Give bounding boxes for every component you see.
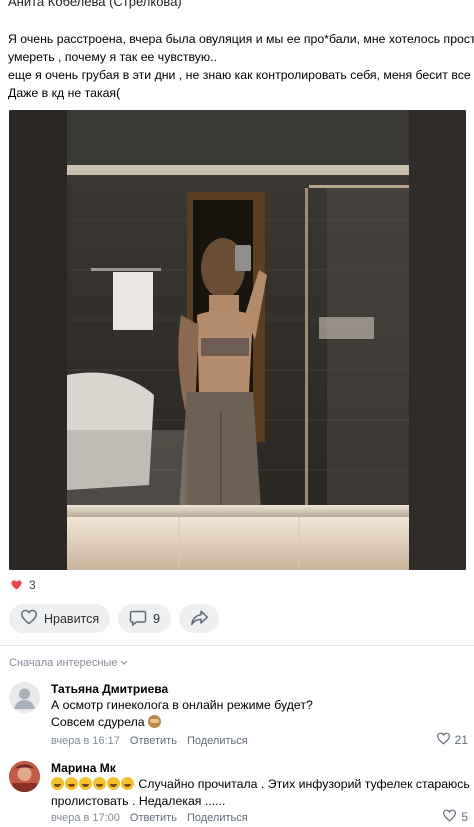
laughing-emoji-icon	[121, 777, 134, 790]
avatar[interactable]	[9, 761, 40, 792]
bathroom-mirror-selfie-image	[9, 110, 466, 570]
comment-like-button[interactable]: 21	[436, 732, 468, 748]
reactions-count: 3	[29, 578, 36, 592]
comment-text-line: Случайно прочитала . Этих инфузорий туфе…	[51, 776, 470, 793]
default-avatar-icon	[14, 688, 35, 709]
comment-like-count: 5	[461, 810, 468, 824]
comment-text-line: А осмотр гинеколога в онлайн режиме буде…	[51, 698, 313, 712]
like-label: Нравится	[44, 611, 100, 626]
avatar[interactable]	[9, 682, 40, 713]
share-button[interactable]	[179, 604, 220, 633]
comment-meta: вчера в 17:00 Ответить Поделиться	[51, 812, 248, 824]
laughing-emoji-icon	[51, 777, 64, 790]
laughing-emoji-icon	[79, 777, 92, 790]
post-text-line: Я очень расстроена, вчера была овуляция …	[8, 32, 474, 46]
laughing-emoji-icon	[65, 777, 78, 790]
reply-button[interactable]: Ответить	[130, 735, 177, 747]
post-text-line: еще я очень грубая в эти дни , не знаю к…	[8, 68, 474, 82]
comments-sort-dropdown[interactable]: Сначала интересные	[9, 657, 128, 669]
comment-time[interactable]: вчера в 16:17	[51, 735, 120, 747]
comment-text: Случайно прочитала . Этих инфузорий туфе…	[138, 777, 470, 791]
comment-time[interactable]: вчера в 17:00	[51, 812, 120, 824]
see-no-evil-monkey-emoji-icon	[148, 715, 162, 728]
heart-icon	[9, 578, 23, 592]
reactions-summary[interactable]: 3	[9, 578, 36, 592]
comment-like-count: 21	[454, 733, 468, 747]
post-text-line: умереть , почему я так ее чувствую..	[8, 50, 217, 64]
comments-button[interactable]: 9	[118, 604, 172, 633]
comment-icon	[129, 609, 147, 629]
comment-author[interactable]: Марина Мк	[51, 761, 116, 775]
chevron-down-icon	[120, 657, 128, 669]
post-text-line: Даже в кд не такая(	[8, 86, 121, 100]
reply-button[interactable]: Ответить	[130, 812, 177, 824]
post-author[interactable]: Анита Кобелева (Стрелкова)	[8, 0, 182, 9]
divider	[0, 645, 474, 646]
comment-text: Совсем сдурела	[51, 715, 145, 729]
post-text: Я очень расстроена, вчера была овуляция …	[8, 30, 474, 102]
heart-outline-icon	[20, 609, 38, 628]
comment-meta: вчера в 16:17 Ответить Поделиться	[51, 735, 248, 747]
share-comment-button[interactable]: Поделиться	[187, 735, 248, 747]
sort-label: Сначала интересные	[9, 657, 118, 669]
post-photo[interactable]	[9, 110, 466, 570]
comment-text-line2: пролистовать . Недалекая ......	[51, 794, 226, 808]
post-actions: Нравится 9	[9, 604, 220, 633]
comment-like-button[interactable]: 5	[442, 809, 468, 825]
comment-author[interactable]: Татьяна Дмитриева	[51, 682, 168, 696]
share-icon	[190, 609, 209, 629]
heart-outline-icon	[442, 809, 457, 825]
user-photo-avatar	[9, 761, 40, 792]
like-button[interactable]: Нравится	[9, 604, 111, 633]
comment-text-line2: Совсем сдурела	[51, 714, 162, 731]
heart-outline-icon	[436, 732, 451, 748]
laughing-emoji-icon	[107, 777, 120, 790]
comments-count: 9	[153, 611, 161, 626]
share-comment-button[interactable]: Поделиться	[187, 812, 248, 824]
laughing-emoji-icon	[93, 777, 106, 790]
